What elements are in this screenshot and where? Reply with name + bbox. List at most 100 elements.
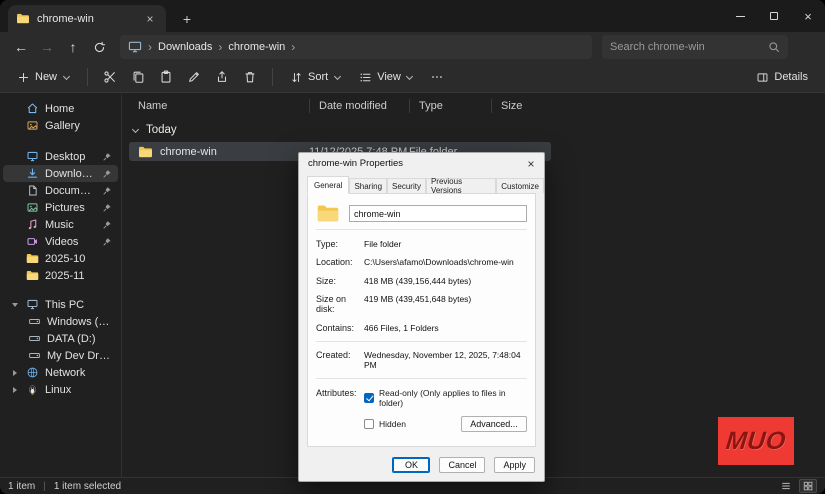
readonly-checkbox[interactable]: [364, 393, 374, 403]
maximize-button[interactable]: [757, 0, 791, 32]
column-header-type[interactable]: Type: [409, 99, 491, 113]
sidebar-item-downloads[interactable]: Downloads: [3, 165, 118, 182]
view-icon: [359, 71, 372, 84]
trash-icon: [243, 70, 257, 84]
hidden-label: Hidden: [379, 419, 406, 429]
advanced-button[interactable]: Advanced...: [461, 416, 527, 432]
details-button[interactable]: Details: [749, 65, 815, 89]
sidebar-item-2025-10[interactable]: 2025-10: [3, 250, 118, 267]
minimize-button[interactable]: [723, 0, 757, 32]
share-icon: [215, 70, 229, 84]
file-name: chrome-win: [160, 146, 217, 158]
expander-icon[interactable]: [11, 370, 19, 376]
column-header-date-modified[interactable]: Date modified: [309, 99, 409, 113]
thumbnail-view-toggle[interactable]: [799, 479, 817, 493]
group-header-today[interactable]: Today: [131, 120, 825, 140]
apply-button[interactable]: Apply: [494, 457, 535, 473]
column-header-name[interactable]: Name: [129, 99, 309, 113]
sort-icon: [290, 71, 303, 84]
new-button[interactable]: New: [10, 65, 77, 89]
selection-count-text: 1 item selected: [54, 481, 121, 492]
downloads-icon: [25, 167, 39, 181]
this-pc-icon: [25, 298, 39, 312]
expander-icon[interactable]: [11, 387, 19, 393]
details-view-toggle[interactable]: [777, 479, 795, 493]
sidebar-item-network[interactable]: Network: [3, 364, 118, 381]
breadcrumb-chrome-win[interactable]: chrome-win: [228, 41, 285, 53]
sidebar-item-2025-11[interactable]: 2025-11: [3, 267, 118, 284]
sidebar-item-dev-drive-e[interactable]: My Dev Drive (E:): [3, 347, 118, 364]
forward-button[interactable]: →: [34, 35, 60, 59]
details-pane-icon: [756, 71, 769, 84]
ok-button[interactable]: OK: [392, 457, 430, 473]
column-header-size[interactable]: Size: [491, 99, 551, 113]
cut-button[interactable]: [98, 65, 122, 89]
tab-general[interactable]: General: [307, 176, 349, 194]
group-label: Today: [146, 124, 177, 136]
refresh-button[interactable]: [86, 35, 112, 59]
tab-sharing[interactable]: Sharing: [349, 178, 387, 193]
pin-icon: [102, 152, 112, 162]
property-row-created: Created: Wednesday, November 12, 2025, 7…: [316, 346, 527, 375]
rename-button[interactable]: [182, 65, 206, 89]
more-options-button[interactable]: [425, 65, 449, 89]
sidebar-item-this-pc[interactable]: This PC: [3, 296, 118, 313]
search-icon: [768, 41, 780, 53]
sidebar-item-linux[interactable]: Linux: [3, 381, 118, 398]
paste-button[interactable]: [154, 65, 178, 89]
sidebar-item-windows-c[interactable]: Windows (C:): [3, 313, 118, 330]
copy-icon: [131, 70, 145, 84]
search-input[interactable]: [610, 41, 768, 53]
sidebar-item-videos[interactable]: Videos: [3, 233, 118, 250]
close-button[interactable]: ×: [791, 0, 825, 32]
property-row-size: Size: 418 MB (439,156,444 bytes): [316, 271, 527, 290]
dialog-footer: OK Cancel Apply: [392, 457, 535, 473]
breadcrumb-chevron-icon[interactable]: ›: [218, 41, 222, 53]
breadcrumb-chevron-icon[interactable]: ›: [291, 41, 295, 53]
breadcrumb-downloads[interactable]: Downloads: [158, 41, 212, 53]
tab-previous-versions[interactable]: Previous Versions: [426, 178, 496, 193]
tab-close-icon[interactable]: ×: [142, 12, 158, 26]
breadcrumb-chevron-icon[interactable]: ›: [148, 41, 152, 53]
breadcrumb[interactable]: › Downloads › chrome-win ›: [120, 35, 592, 59]
sidebar-item-pictures[interactable]: Pictures: [3, 199, 118, 216]
thumbnail-view-icon: [802, 480, 814, 492]
expander-icon[interactable]: [11, 303, 19, 307]
property-row-type: Type: File folder: [316, 234, 527, 253]
folder-name-input[interactable]: [349, 205, 527, 222]
dialog-close-button[interactable]: ×: [518, 153, 544, 174]
view-button[interactable]: View: [352, 65, 421, 89]
sidebar-item-documents[interactable]: Documents: [3, 182, 118, 199]
sidebar-item-gallery[interactable]: Gallery: [3, 117, 118, 134]
tab-customize[interactable]: Customize: [496, 178, 544, 193]
delete-button[interactable]: [238, 65, 262, 89]
cancel-button[interactable]: Cancel: [439, 457, 485, 473]
copy-button[interactable]: [126, 65, 150, 89]
sidebar-item-desktop[interactable]: Desktop: [3, 148, 118, 165]
attributes-section: Attributes: Read-only (Only applies to f…: [316, 383, 527, 436]
collapse-chevron-icon[interactable]: [131, 126, 139, 134]
chevron-down-icon: [333, 73, 341, 81]
up-button[interactable]: ↑: [60, 35, 86, 59]
chevron-down-icon: [406, 73, 414, 81]
general-tab-panel: Type: File folder Location: C:\Users\afa…: [307, 193, 536, 447]
toolbar-separator: [272, 68, 273, 86]
sidebar-item-data-d[interactable]: DATA (D:): [3, 330, 118, 347]
videos-icon: [25, 235, 39, 249]
sidebar-item-home[interactable]: Home: [3, 100, 118, 117]
readonly-label: Read-only (Only applies to files in fold…: [379, 388, 527, 408]
folder-icon: [138, 146, 153, 158]
share-button[interactable]: [210, 65, 234, 89]
back-button[interactable]: ←: [8, 35, 34, 59]
drive-icon: [27, 315, 41, 329]
hidden-checkbox[interactable]: [364, 419, 374, 429]
hidden-row: Hidden Advanced...: [364, 416, 527, 432]
new-tab-button[interactable]: +: [176, 9, 198, 29]
sidebar-item-music[interactable]: Music: [3, 216, 118, 233]
sort-button[interactable]: Sort: [283, 65, 348, 89]
pin-icon: [102, 169, 112, 179]
explorer-tab[interactable]: chrome-win ×: [8, 5, 166, 32]
search-box[interactable]: [602, 35, 788, 59]
refresh-icon: [93, 41, 106, 54]
tab-security[interactable]: Security: [387, 178, 426, 193]
